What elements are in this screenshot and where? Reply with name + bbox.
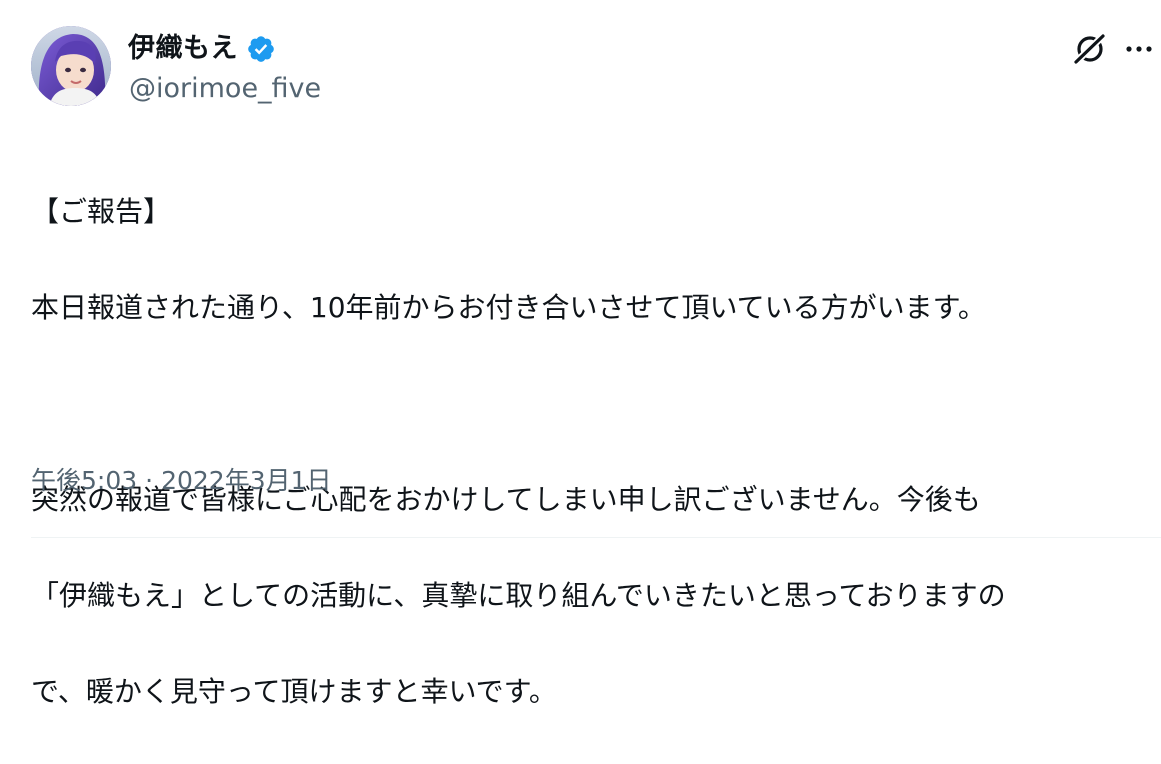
tweet-timestamp: 午後5:03 · 2022年3月1日 [31, 461, 332, 501]
tweet-line: 「伊織もえ」としての活動に、真摯に取り組んでいきたいと思っておりますの [31, 579, 1006, 612]
tweet-card: 伊織もえ @iorimoe_five 【ご報告】 本日報道された通り、10年前か… [0, 0, 1161, 708]
author-handle[interactable]: @iorimoe_five [129, 70, 321, 108]
tweet-text: 【ご報告】 本日報道された通り、10年前からお付き合いさせて頂いている方がいます… [31, 140, 1146, 764]
tweet-line: 【ご報告】 [31, 195, 172, 228]
more-options-icon[interactable] [1123, 34, 1155, 64]
meta-separator: · [145, 466, 154, 495]
verified-badge-icon[interactable] [246, 34, 276, 64]
divider [31, 537, 1161, 538]
grok-icon[interactable] [1071, 30, 1109, 68]
tweet-time[interactable]: 午後5:03 [31, 461, 137, 501]
tweet-line: 本日報道された通り、10年前からお付き合いさせて頂いている方がいます。 [31, 291, 986, 324]
display-name[interactable]: 伊織もえ [128, 29, 238, 69]
tweet-date[interactable]: 2022年3月1日 [161, 461, 331, 501]
tweet-line: で、暖かく見守って頂けますと幸いです。 [31, 675, 557, 708]
avatar[interactable] [31, 26, 111, 106]
author-name-row: 伊織もえ [128, 29, 276, 69]
avatar-photo-icon [31, 26, 111, 106]
